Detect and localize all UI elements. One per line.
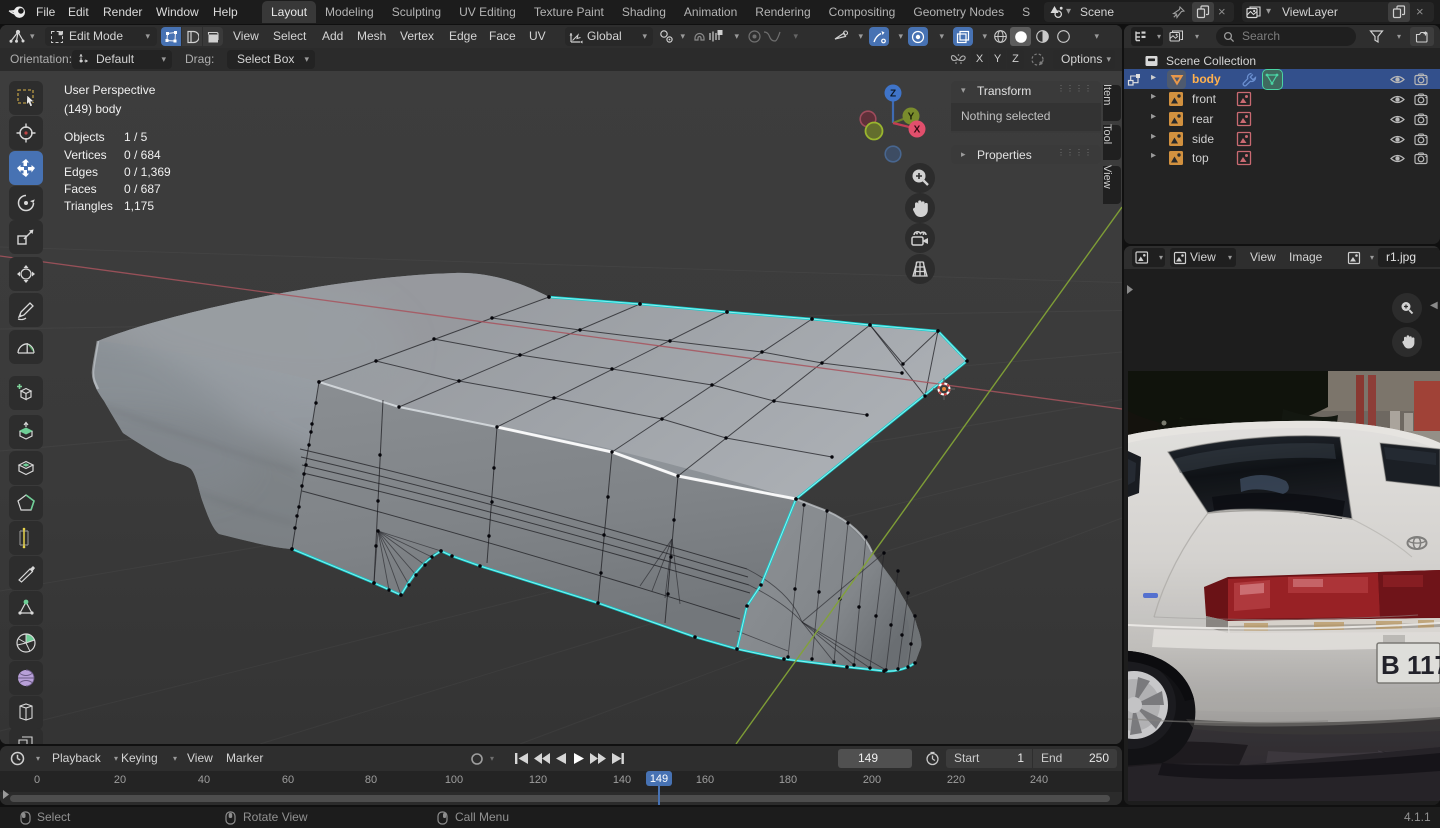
svg-text:X: X [914,125,921,136]
svg-text:Y: Y [908,112,915,123]
svg-text:Z: Z [890,89,896,100]
